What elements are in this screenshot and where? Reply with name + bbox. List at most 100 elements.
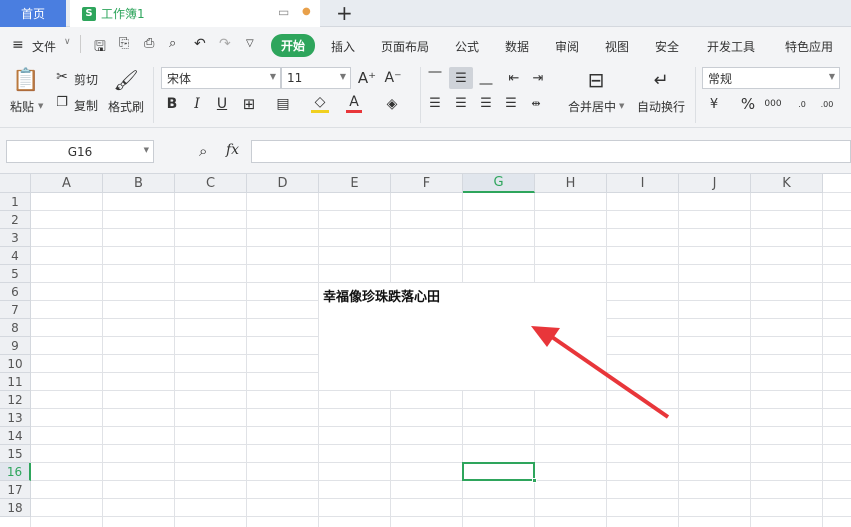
row-header-3[interactable]: 3 — [0, 229, 31, 247]
font-name-select[interactable]: 宋体 ▼ — [161, 67, 281, 89]
save-icon[interactable]: 🖫 — [94, 36, 106, 60]
number-format-select[interactable]: 常规 ▼ — [702, 67, 840, 89]
font-size-select[interactable]: 11 ▼ — [281, 67, 351, 89]
align-bottom-icon[interactable]: ⎽ — [477, 69, 495, 87]
merge-center-icon[interactable]: ⊟ — [584, 68, 608, 92]
underline-icon[interactable]: U — [214, 94, 230, 114]
eraser-icon[interactable]: ◈ — [383, 94, 401, 114]
menu-special[interactable]: 特色应用 — [785, 38, 833, 55]
row-header-11[interactable]: 11 — [0, 373, 31, 391]
redo-icon[interactable]: ↷ — [219, 36, 231, 52]
print-preview-icon[interactable]: ⌕ — [169, 36, 176, 51]
row-header-6[interactable]: 6 — [0, 283, 31, 301]
format-painter-button[interactable]: 格式刷 — [108, 98, 144, 115]
print-icon[interactable]: ⎙ — [144, 36, 154, 51]
menu-formulas[interactable]: 公式 — [455, 38, 479, 55]
merge-center-button[interactable]: 合并居中 — [568, 98, 616, 115]
align-left-icon[interactable]: ☰ — [426, 94, 444, 112]
row-header-18[interactable]: 18 — [0, 499, 31, 517]
menu-page-layout[interactable]: 页面布局 — [381, 38, 429, 55]
chevron-down-icon[interactable]: ▼ — [619, 102, 624, 110]
column-header-d[interactable]: D — [247, 174, 319, 193]
increase-decimal-icon[interactable]: .0 — [792, 94, 812, 114]
name-box[interactable]: G16 ▼ — [6, 140, 154, 163]
menu-developer[interactable]: 开发工具 — [707, 38, 755, 55]
active-cell[interactable] — [462, 462, 537, 483]
fx-icon[interactable]: fx — [226, 142, 239, 158]
column-header-g[interactable]: G — [463, 174, 535, 193]
percent-icon[interactable]: % — [739, 94, 757, 114]
row-header-1[interactable]: 1 — [0, 193, 31, 211]
copy-button[interactable]: 复制 — [74, 97, 98, 114]
chevron-down-icon[interactable]: ▼ — [38, 102, 43, 110]
row-header-12[interactable]: 12 — [0, 391, 31, 409]
menu-view[interactable]: 视图 — [605, 38, 629, 55]
hamburger-icon[interactable]: ≡ — [12, 37, 24, 53]
row-header-4[interactable]: 4 — [0, 247, 31, 265]
zoom-search-icon[interactable]: ⌕ — [199, 142, 207, 160]
column-header-f[interactable]: F — [391, 174, 463, 193]
tab-home[interactable]: 首页 — [0, 0, 66, 27]
bold-icon[interactable]: B — [164, 94, 180, 114]
scissors-icon[interactable]: ✂ — [54, 69, 70, 85]
menu-review[interactable]: 审阅 — [555, 38, 579, 55]
merged-cell[interactable]: 幸福像珍珠跌落心田 — [319, 283, 607, 391]
row-header-5[interactable]: 5 — [0, 265, 31, 283]
thousands-icon[interactable]: 000 — [764, 94, 782, 114]
align-center-icon[interactable]: ☰ — [452, 94, 470, 112]
menu-file[interactable]: 文件 — [32, 38, 56, 55]
row-header-9[interactable]: 9 — [0, 337, 31, 355]
tab-workbook[interactable]: S 工作簿1 ▭ ● — [70, 0, 320, 27]
export-icon[interactable]: ⎘ — [119, 36, 129, 51]
spreadsheet-grid[interactable]: ABCDEFGHIJK 1 2 3 4 5 6 7 8 9 10 11 12 13 14 15 16 17 18 … — [0, 174, 851, 527]
fill-color-icon[interactable]: ◇ — [311, 93, 329, 113]
formula-input[interactable] — [251, 140, 851, 163]
column-header-c[interactable]: C — [175, 174, 247, 193]
select-all-corner[interactable] — [0, 174, 31, 193]
cell-style-icon[interactable]: ▤ — [274, 94, 292, 114]
cut-button[interactable]: 剪切 — [74, 71, 98, 88]
increase-indent-icon[interactable]: ⇥ — [529, 69, 547, 87]
italic-icon[interactable]: I — [189, 94, 205, 114]
new-tab-button[interactable]: + — [336, 1, 353, 25]
undo-icon[interactable]: ↶ — [194, 36, 206, 52]
currency-icon[interactable]: ¥ — [705, 94, 723, 114]
row-header-16[interactable]: 16 — [0, 463, 31, 481]
justify-icon[interactable]: ☰ — [502, 94, 520, 112]
menu-home[interactable]: 开始 — [271, 34, 316, 57]
font-color-icon[interactable]: A — [346, 93, 362, 113]
align-middle-icon[interactable]: ☰ — [449, 67, 473, 89]
more-chevron-icon[interactable]: ▽ — [246, 38, 254, 49]
menu-insert[interactable]: 插入 — [331, 38, 355, 55]
row-header-15[interactable]: 15 — [0, 445, 31, 463]
align-top-icon[interactable]: ⎺ — [426, 69, 444, 87]
column-header-e[interactable]: E — [319, 174, 391, 193]
row-header-8[interactable]: 8 — [0, 319, 31, 337]
column-header-i[interactable]: I — [607, 174, 679, 193]
paste-button[interactable]: 粘贴 — [10, 98, 34, 115]
row-header-7[interactable]: 7 — [0, 301, 31, 319]
menu-security[interactable]: 安全 — [655, 38, 679, 55]
row-header-13[interactable]: 13 — [0, 409, 31, 427]
decrease-indent-icon[interactable]: ⇤ — [505, 69, 523, 87]
menu-data[interactable]: 数据 — [505, 38, 529, 55]
row-header-2[interactable]: 2 — [0, 211, 31, 229]
column-header-b[interactable]: B — [103, 174, 175, 193]
copy-icon[interactable]: ❐ — [54, 94, 70, 110]
distribute-icon[interactable]: ⇹ — [527, 94, 545, 112]
row-header-14[interactable]: 14 — [0, 427, 31, 445]
decrease-font-icon[interactable]: A⁻ — [383, 68, 403, 88]
wrap-text-icon[interactable]: ↵ — [649, 68, 673, 92]
monitor-icon[interactable]: ▭ — [278, 5, 289, 19]
paste-icon[interactable]: 📋 — [12, 67, 39, 93]
column-header-h[interactable]: H — [535, 174, 607, 193]
borders-icon[interactable]: ⊞ — [240, 94, 258, 114]
column-header-k[interactable]: K — [751, 174, 823, 193]
wrap-text-button[interactable]: 自动换行 — [637, 98, 685, 115]
decrease-decimal-icon[interactable]: .00 — [817, 94, 837, 114]
row-header-17[interactable]: 17 — [0, 481, 31, 499]
row-header-10[interactable]: 10 — [0, 355, 31, 373]
increase-font-icon[interactable]: A⁺ — [357, 68, 377, 88]
fill-handle[interactable] — [532, 478, 537, 483]
column-header-j[interactable]: J — [679, 174, 751, 193]
